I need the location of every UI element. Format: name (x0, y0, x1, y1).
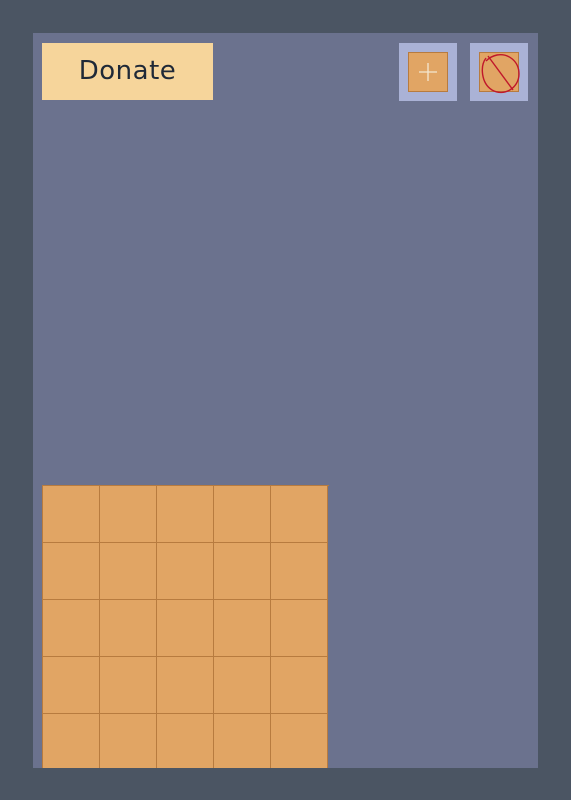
game-board: Donate (33, 33, 538, 768)
grid-tile[interactable] (43, 543, 100, 600)
grid-tile[interactable] (214, 486, 271, 543)
tile-grid (42, 485, 329, 768)
grid-tile[interactable] (271, 543, 328, 600)
grid-tile[interactable] (157, 486, 214, 543)
grid-tile[interactable] (271, 714, 328, 768)
plus-icon (419, 63, 437, 81)
grid-tile[interactable] (157, 657, 214, 714)
donate-button[interactable]: Donate (42, 43, 213, 100)
grid-tile[interactable] (214, 657, 271, 714)
grid-tile[interactable] (100, 714, 157, 768)
clear-tiles-button[interactable] (470, 43, 528, 101)
grid-tile[interactable] (43, 714, 100, 768)
grid-tile[interactable] (271, 657, 328, 714)
add-tile-button[interactable] (399, 43, 457, 101)
grid-tile[interactable] (157, 714, 214, 768)
grid-tile[interactable] (43, 657, 100, 714)
grid-tile[interactable] (271, 486, 328, 543)
no-tile-icon (481, 54, 520, 94)
grid-tile[interactable] (271, 600, 328, 657)
grid-tile[interactable] (214, 600, 271, 657)
grid-tile[interactable] (214, 714, 271, 768)
grid-tile[interactable] (100, 486, 157, 543)
grid-tile[interactable] (43, 486, 100, 543)
grid-tile[interactable] (157, 543, 214, 600)
grid-tile[interactable] (100, 657, 157, 714)
grid-tile[interactable] (100, 600, 157, 657)
grid-tile[interactable] (214, 543, 271, 600)
grid-tile[interactable] (43, 600, 100, 657)
grid-tile[interactable] (157, 600, 214, 657)
grid-tile[interactable] (100, 543, 157, 600)
